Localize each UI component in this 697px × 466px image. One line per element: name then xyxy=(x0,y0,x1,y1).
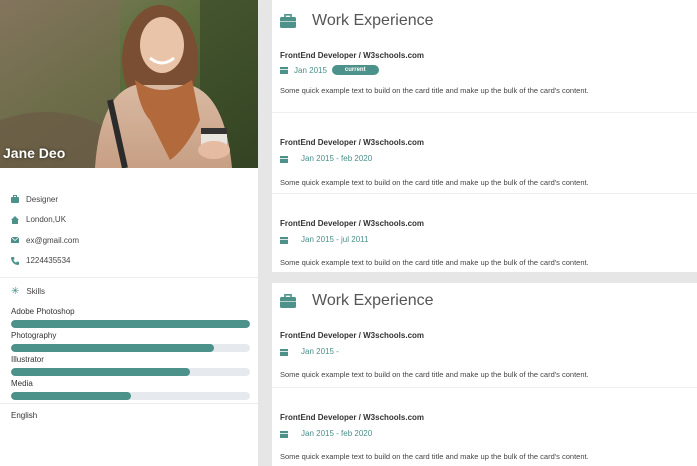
entry-role: FrontEnd Developer / W3schools.com xyxy=(280,51,425,60)
entry-date: Jan 2015 xyxy=(294,65,327,75)
entry-role: FrontEnd Developer / W3schools.com xyxy=(280,219,425,228)
experience-entry: FrontEnd Developer / W3schools.com Jan 2… xyxy=(272,113,697,194)
briefcase-icon xyxy=(280,294,296,308)
skill-progress-bar xyxy=(11,344,250,352)
skill-progress-bar xyxy=(11,368,250,376)
skill-item: Illustrator xyxy=(0,352,258,376)
asterisk-icon: ✳ xyxy=(11,285,20,297)
work-experience-card: Work Experience FrontEnd Developer / W3s… xyxy=(272,283,697,466)
card-header: Work Experience xyxy=(272,283,697,319)
skill-item: Media xyxy=(0,376,258,400)
skill-item: Photography xyxy=(0,328,258,352)
experience-entry: FrontEnd Developer / W3schools.com Jan 2… xyxy=(272,194,697,272)
skills-heading-label: Skills xyxy=(26,286,46,296)
skill-progress-fill xyxy=(11,320,250,328)
card-title: Work Experience xyxy=(312,292,434,309)
entry-date-row: Jan 2015 - jul 2011 xyxy=(280,235,689,244)
entry-description: Some quick example text to build on the … xyxy=(280,178,589,187)
skill-label: Media xyxy=(11,379,33,388)
profile-sidebar: Jane Deo Designer London,UK ex@gmail.com… xyxy=(0,0,258,466)
skill-progress-fill xyxy=(11,392,131,400)
entry-description: Some quick example text to build on the … xyxy=(280,86,589,95)
skills-heading: ✳ Skills xyxy=(0,278,258,304)
entry-date: Jan 2015 - jul 2011 xyxy=(301,235,369,244)
language-item: English xyxy=(11,411,38,420)
skill-progress-fill xyxy=(11,344,215,352)
work-experience-card: Work Experience FrontEnd Developer / W3s… xyxy=(272,0,697,272)
experience-entry: FrontEnd Developer / W3schools.com Jan 2… xyxy=(272,319,697,388)
profile-title-row: Designer xyxy=(0,189,258,210)
skill-item: Adobe Photoshop xyxy=(0,304,258,328)
skill-progress-bar xyxy=(11,392,250,400)
profile-email-row: ex@gmail.com xyxy=(0,230,258,251)
entry-role: FrontEnd Developer / W3schools.com xyxy=(280,331,425,340)
calendar-icon xyxy=(280,430,288,438)
card-title: Work Experience xyxy=(312,12,434,29)
profile-name: Jane Deo xyxy=(3,145,66,161)
current-badge: current xyxy=(331,65,379,75)
calendar-icon xyxy=(280,236,288,244)
skill-label: Adobe Photoshop xyxy=(11,307,75,316)
entry-role: FrontEnd Developer / W3schools.com xyxy=(280,138,425,147)
briefcase-icon xyxy=(11,195,19,204)
entry-description: Some quick example text to build on the … xyxy=(280,370,589,379)
briefcase-icon xyxy=(280,14,296,28)
entry-date: Jan 2015 - xyxy=(301,347,339,356)
phone-icon xyxy=(11,256,19,265)
home-icon xyxy=(11,215,19,224)
entry-date-row: Jan 2015 - feb 2020 xyxy=(280,154,689,163)
profile-info: Designer London,UK ex@gmail.com 12244355… xyxy=(0,168,258,271)
skill-progress-fill xyxy=(11,368,191,376)
entry-date-row: Jan 2015 - feb 2020 xyxy=(280,429,689,438)
entry-date-row: Jan 2015 current xyxy=(280,65,689,75)
entry-description: Some quick example text to build on the … xyxy=(280,258,589,267)
profile-email[interactable]: ex@gmail.com xyxy=(26,236,79,245)
entry-date: Jan 2015 - feb 2020 xyxy=(301,154,373,163)
skill-progress-bar xyxy=(11,320,250,328)
profile-location-row: London,UK xyxy=(0,210,258,231)
entry-date-row: Jan 2015 - xyxy=(280,347,689,356)
profile-photo: Jane Deo xyxy=(0,0,258,168)
skill-label: Photography xyxy=(11,331,57,340)
profile-phone[interactable]: 1224435534 xyxy=(26,256,71,265)
experience-entry: FrontEnd Developer / W3schools.com Jan 2… xyxy=(272,42,697,113)
calendar-icon xyxy=(280,67,288,74)
entry-description: Some quick example text to build on the … xyxy=(280,452,589,461)
card-header: Work Experience xyxy=(272,0,697,42)
profile-title: Designer xyxy=(26,194,59,204)
profile-location: London,UK xyxy=(26,215,67,225)
skill-label: Illustrator xyxy=(11,355,44,364)
entry-role: FrontEnd Developer / W3schools.com xyxy=(280,413,425,422)
experience-entry: FrontEnd Developer / W3schools.com Jan 2… xyxy=(272,388,697,466)
envelope-icon xyxy=(11,236,19,244)
calendar-icon xyxy=(280,155,288,163)
profile-photo-illustration xyxy=(0,0,258,168)
entry-date: Jan 2015 - feb 2020 xyxy=(301,429,373,438)
profile-phone-row: 1224435534 xyxy=(0,251,258,272)
calendar-icon xyxy=(280,348,288,356)
